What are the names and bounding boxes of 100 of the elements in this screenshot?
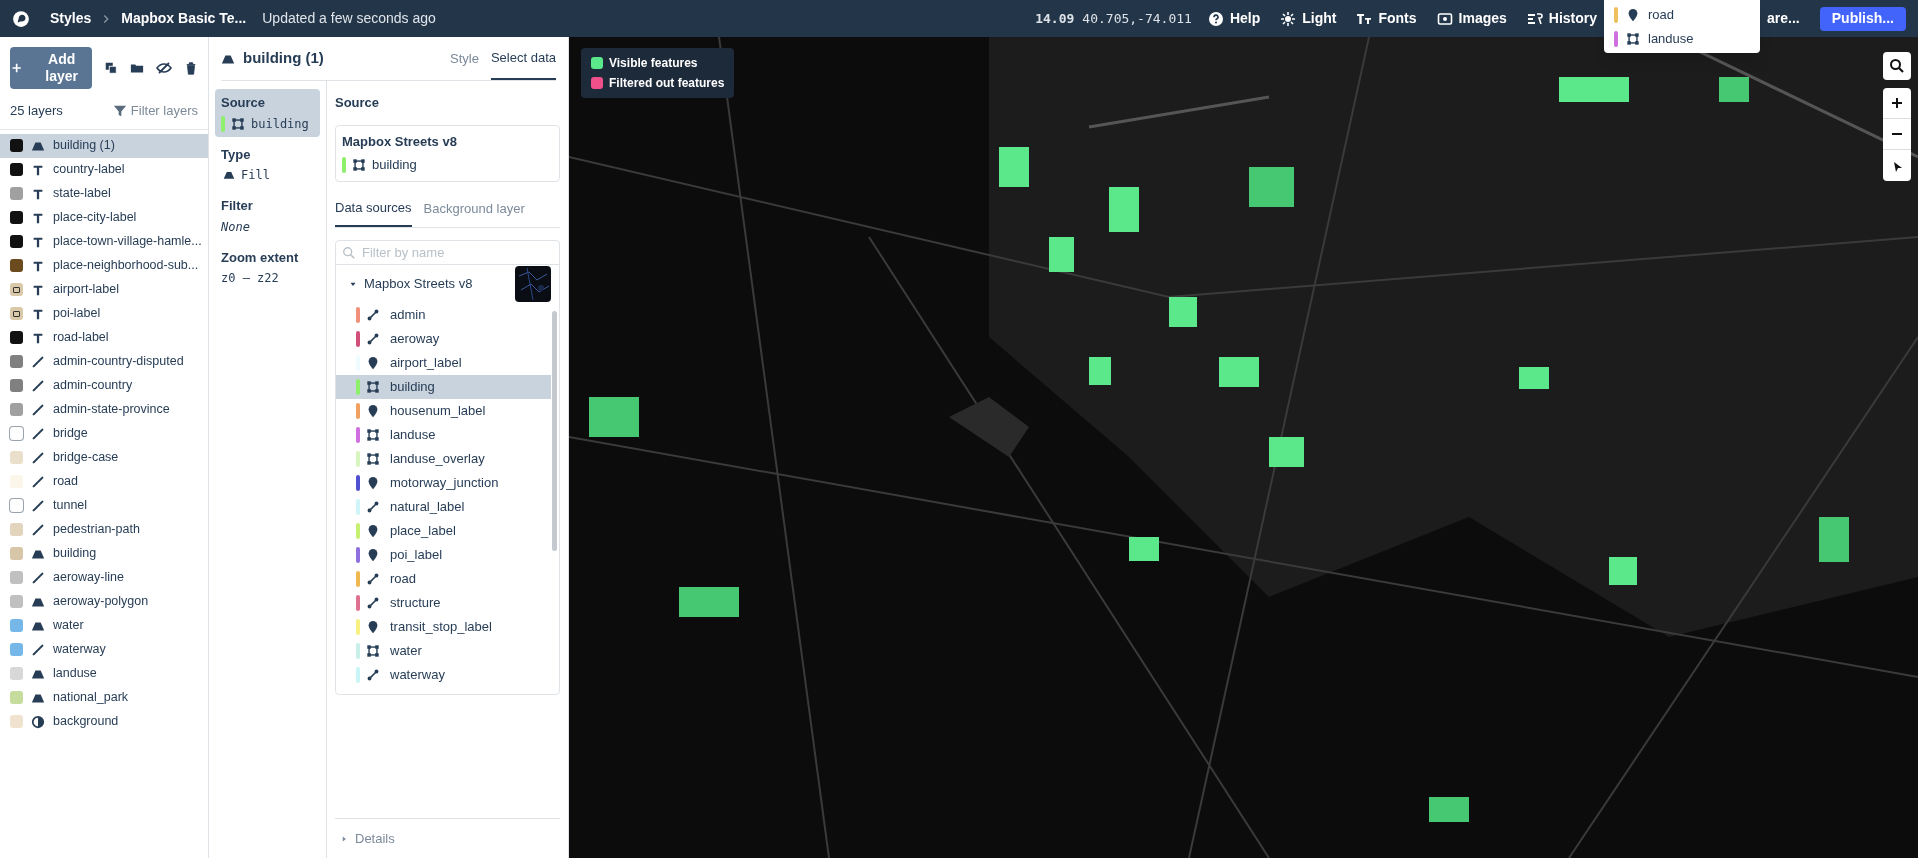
source-layer-item[interactable]: housenum_label	[336, 399, 551, 423]
line-icon	[366, 308, 380, 322]
polygon-icon	[231, 116, 245, 131]
layer-item[interactable]: state-label	[0, 181, 208, 206]
source-layer-item[interactable]: road	[336, 567, 551, 591]
popup-item[interactable]: road	[1648, 4, 1675, 25]
source-name: Mapbox Streets v8	[342, 132, 458, 151]
layer-item[interactable]: tunnel	[0, 493, 208, 518]
property-label: Type	[221, 145, 252, 164]
layer-item[interactable]: national_park	[0, 685, 208, 710]
layer-item[interactable]: airport-label	[0, 277, 208, 302]
layer-item[interactable]: bridge	[0, 421, 208, 446]
scrollbar[interactable]	[552, 311, 557, 551]
pin-icon	[1626, 7, 1640, 22]
source-layer-item[interactable]: place_label	[336, 519, 551, 543]
polygon-icon	[352, 157, 366, 172]
polygon-icon	[1626, 31, 1640, 46]
search-icon	[342, 245, 356, 260]
source-layer-item[interactable]: poi_label	[336, 543, 551, 567]
filter-field[interactable]: Filter by name	[362, 242, 553, 263]
layer-item[interactable]: building (1)	[0, 133, 208, 158]
layer-title: building (1)	[243, 48, 324, 69]
source-layer-item[interactable]: motorway_junction	[336, 471, 551, 495]
source-layer-item[interactable]: landuse_overlay	[336, 447, 551, 471]
property-value: building	[251, 115, 309, 133]
fill-icon	[223, 169, 235, 181]
line-icon	[31, 570, 45, 585]
tab[interactable]: Background layer	[423, 197, 525, 227]
tab[interactable]: Data sources	[335, 197, 412, 227]
popup-item[interactable]: landuse	[1648, 28, 1694, 49]
details-toggle[interactable]: Details	[339, 828, 395, 849]
pin-icon	[366, 356, 380, 370]
layer-item[interactable]: admin-country-disputed	[0, 349, 208, 374]
layer-item[interactable]: poi-label	[0, 301, 208, 326]
tileset-name[interactable]: Mapbox Streets v8	[364, 274, 515, 294]
line-icon	[366, 596, 380, 610]
layer-item[interactable]: background	[0, 709, 208, 734]
source-layer-item[interactable]: admin	[336, 303, 551, 327]
pin-icon	[366, 476, 380, 490]
hide-icon	[156, 60, 172, 76]
publish-button[interactable]: Publish...	[1819, 6, 1906, 31]
layer-item[interactable]: admin-state-province	[0, 397, 208, 422]
line-icon	[31, 426, 45, 441]
filter-layers-button[interactable]: Filter layers	[112, 101, 198, 121]
property-item[interactable]: Type Fill	[215, 140, 320, 188]
status-text: Updated a few seconds ago	[262, 9, 436, 28]
source-layer-item[interactable]: water	[336, 639, 551, 663]
share-button[interactable]: are...	[1767, 8, 1800, 29]
light-button[interactable]: Light	[1280, 8, 1337, 29]
zoom-level: 14.09	[1035, 9, 1075, 28]
layer-item[interactable]: road-label	[0, 325, 208, 350]
source-layer-item[interactable]: structure	[336, 591, 551, 615]
property-value: None	[221, 218, 250, 236]
search-button[interactable]	[1883, 52, 1911, 80]
layer-item[interactable]: admin-country	[0, 373, 208, 398]
layer-item[interactable]: pedestrian-path	[0, 517, 208, 542]
property-label: Filter	[221, 197, 254, 215]
layer-item[interactable]: country-label	[0, 157, 208, 182]
layer-item[interactable]: bridge-case	[0, 445, 208, 470]
line-icon	[31, 402, 45, 417]
source-layer-item[interactable]: landuse	[336, 423, 551, 447]
layer-item[interactable]: place-city-label	[0, 205, 208, 230]
list-icon	[1526, 10, 1543, 27]
background-icon	[31, 714, 45, 729]
layer-item[interactable]: landuse	[0, 661, 208, 686]
images-button[interactable]: Images	[1436, 8, 1507, 29]
source-layer-name: building	[372, 156, 417, 174]
source-layer-item[interactable]: natural_label	[336, 495, 551, 519]
polygon-icon	[366, 644, 380, 658]
fonts-button[interactable]: Fonts	[1356, 8, 1417, 29]
line-icon	[366, 332, 380, 346]
layer-item[interactable]: building	[0, 541, 208, 566]
layer-item[interactable]: place-neighborhood-sub...	[0, 253, 208, 278]
add-layer-button[interactable]: Add layer	[10, 47, 92, 89]
source-layer-item[interactable]: waterway	[336, 663, 551, 687]
layer-item[interactable]: road	[0, 469, 208, 494]
sun-icon	[1280, 10, 1297, 27]
line-icon	[31, 474, 45, 489]
property-item[interactable]: Filter None	[215, 192, 320, 240]
source-layer-item[interactable]: airport_label	[336, 351, 551, 375]
layer-item[interactable]: aeroway-line	[0, 565, 208, 590]
source-layer-item[interactable]: building	[336, 375, 551, 399]
tab[interactable]: Select data	[490, 37, 556, 80]
line-icon	[31, 450, 45, 465]
layer-item[interactable]: place-town-village-hamle...	[0, 229, 208, 254]
breadcrumb-link[interactable]: Styles	[50, 8, 92, 29]
layer-item[interactable]: waterway	[0, 637, 208, 662]
line-icon	[366, 500, 380, 514]
layer-item[interactable]: water	[0, 613, 208, 638]
style-name[interactable]: Mapbox Basic Te...	[121, 8, 247, 29]
history-button[interactable]: History	[1526, 8, 1598, 29]
property-item[interactable]: Source building	[215, 89, 320, 137]
property-item[interactable]: Zoom extent z0 — z22	[215, 243, 320, 291]
tab[interactable]: Style	[450, 37, 479, 80]
source-layer-item[interactable]: transit_stop_label	[336, 615, 551, 639]
polygon-icon	[366, 428, 380, 442]
layer-item[interactable]: aeroway-polygon	[0, 589, 208, 614]
source-layer-item[interactable]: aeroway	[336, 327, 551, 351]
help-button[interactable]: Help	[1207, 8, 1261, 29]
property-value: Fill	[241, 167, 270, 184]
